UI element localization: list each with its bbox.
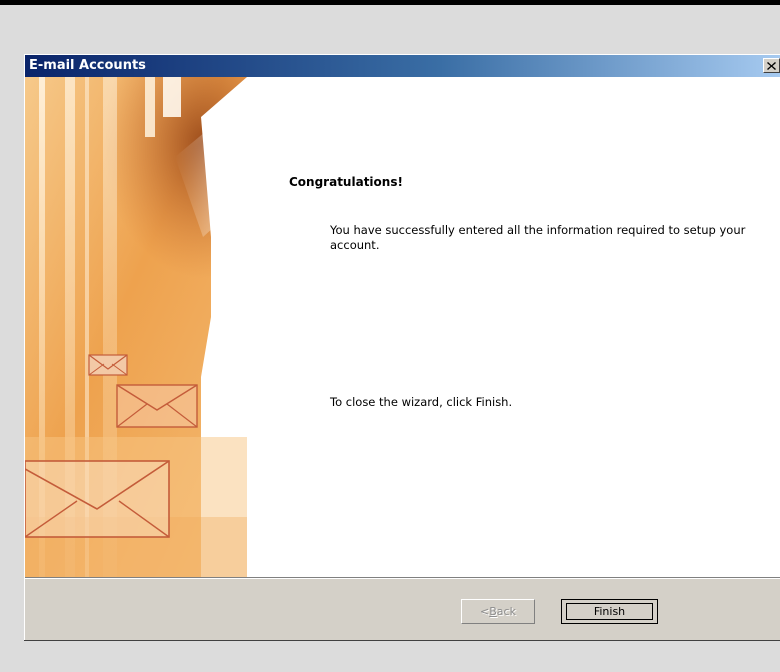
- email-accounts-dialog: E-mail Accounts Congratulations! You hav…: [24, 54, 780, 641]
- wizard-banner-graphic: [25, 77, 247, 577]
- envelope-icon: [88, 354, 128, 376]
- back-button-accelerator: B: [489, 605, 497, 618]
- close-icon: [767, 61, 776, 70]
- envelope-icon: [116, 384, 198, 428]
- finish-button-label: Finish: [593, 605, 626, 618]
- title-bar[interactable]: E-mail Accounts: [25, 55, 780, 77]
- screen-top-border: [0, 0, 780, 5]
- close-button[interactable]: [763, 58, 780, 73]
- envelope-icon: [25, 460, 170, 538]
- wizard-content-pane: Congratulations! You have successfully e…: [247, 77, 780, 577]
- window-bottom-shadow: [24, 640, 780, 641]
- success-message: You have successfully entered all the in…: [330, 223, 746, 252]
- window-title: E-mail Accounts: [29, 58, 146, 73]
- back-button[interactable]: < Back: [461, 599, 535, 624]
- congratulations-heading: Congratulations!: [289, 175, 403, 189]
- back-button-prefix: <: [480, 605, 490, 618]
- back-button-label-rest: ack: [496, 605, 516, 618]
- finish-button[interactable]: Finish: [561, 599, 658, 624]
- finish-instruction: To close the wizard, click Finish.: [330, 395, 513, 409]
- wizard-button-bar: < Back Finish: [25, 579, 780, 641]
